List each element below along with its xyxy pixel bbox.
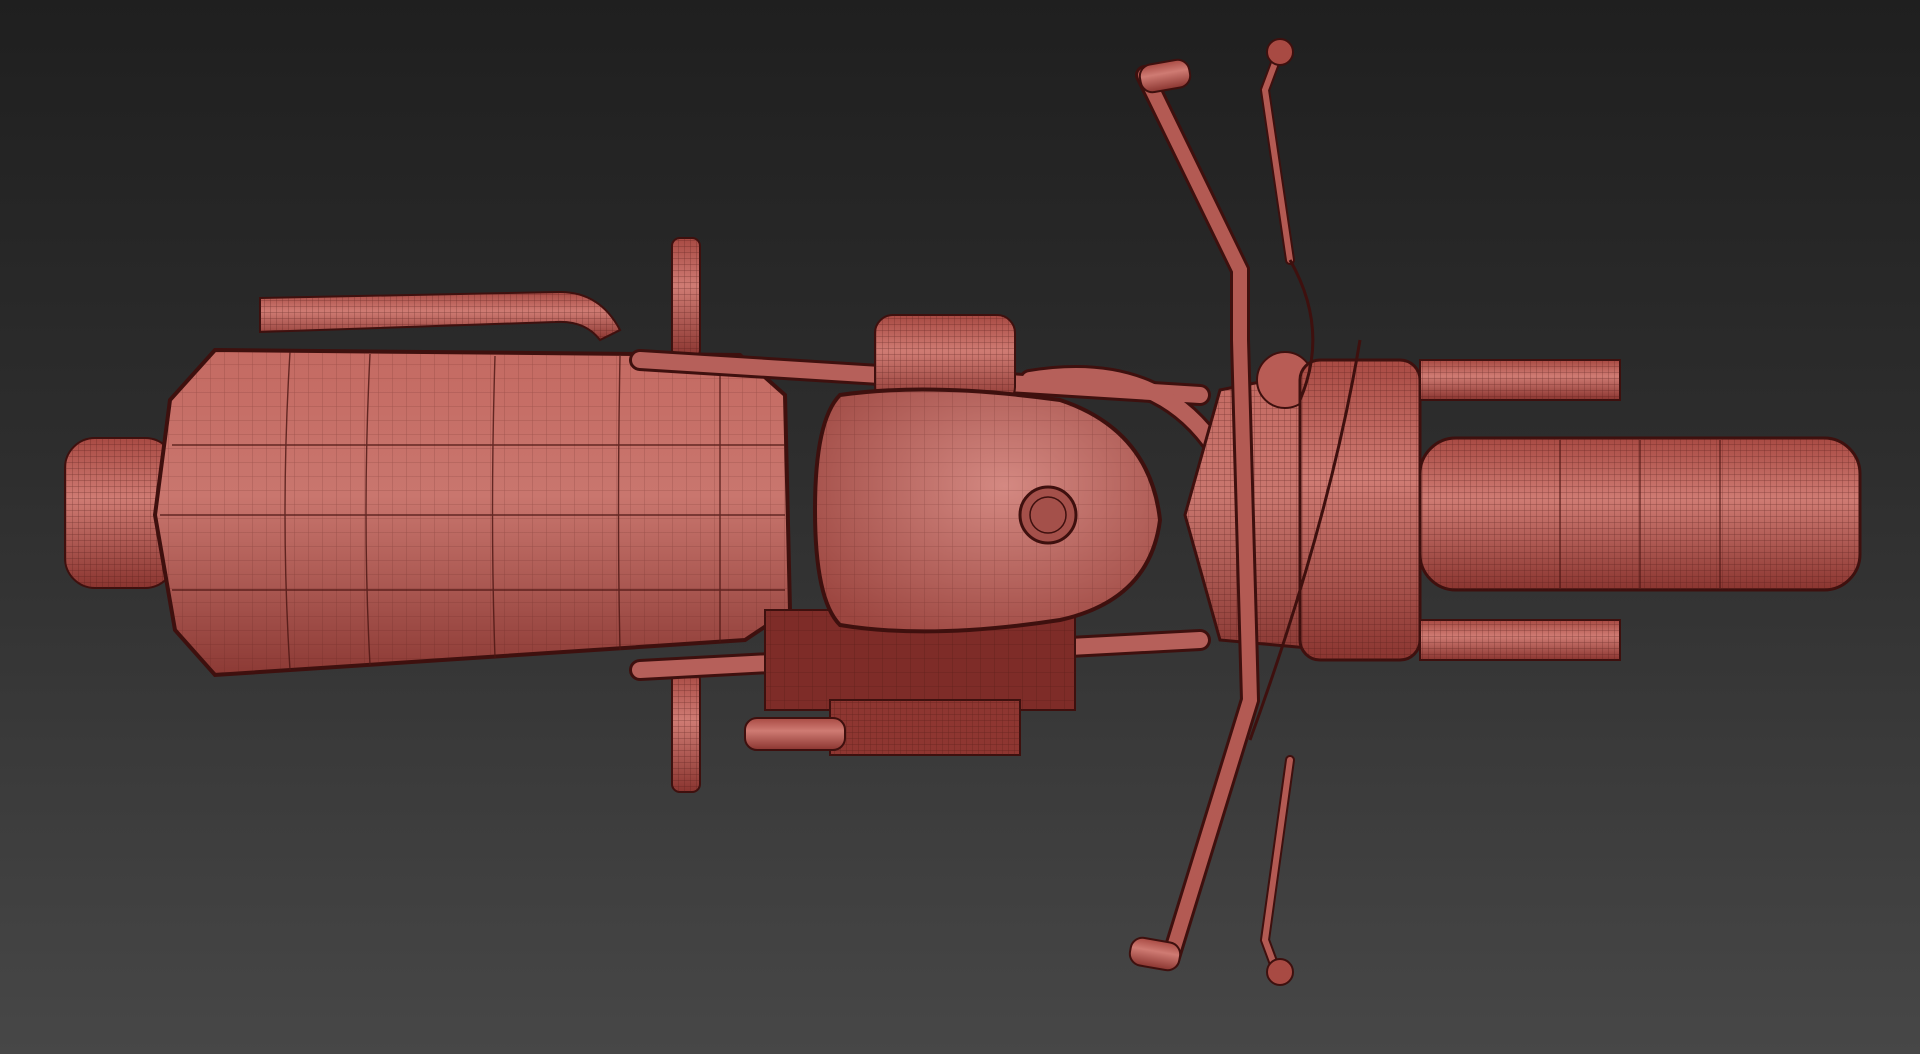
footpeg-top	[671, 237, 701, 359]
fuel-cap	[1018, 485, 1078, 545]
seat	[152, 347, 793, 678]
motorcycle-wireframe-model[interactable]	[0, 0, 1920, 1054]
3d-viewport[interactable]	[0, 0, 1920, 1054]
headlight-housing	[1298, 358, 1422, 662]
lever-ball-bottom	[1266, 958, 1294, 986]
rear-rack	[259, 290, 622, 342]
lever-ball-top	[1266, 38, 1294, 66]
fork-top	[1419, 359, 1621, 401]
fuel-tank	[812, 387, 1163, 634]
front-wheel	[1418, 436, 1862, 592]
footpeg-bottom	[671, 671, 701, 793]
fork-bottom	[1419, 619, 1621, 661]
